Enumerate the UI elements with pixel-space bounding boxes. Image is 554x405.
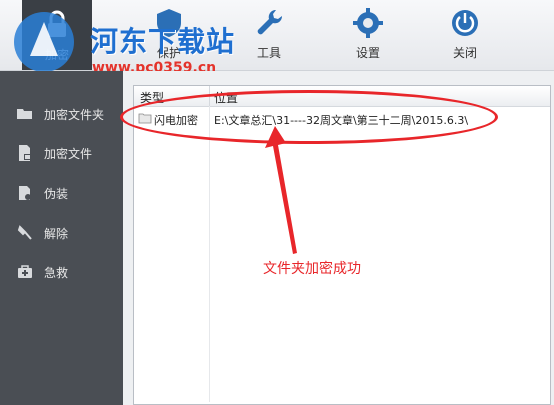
watermark-logo-icon (14, 12, 74, 72)
sidebar: 加密文件夹 加密文件 伪装 解除 急救 (0, 71, 123, 405)
column-divider-line (209, 106, 210, 402)
annotation-arrow-icon (265, 126, 297, 254)
file-lock-icon (19, 145, 31, 161)
first-aid-icon (18, 265, 32, 278)
sidebar-item-label: 急救 (44, 266, 69, 280)
sidebar-item-first-aid[interactable]: 急救 (0, 257, 123, 287)
wrench-icon (257, 9, 283, 35)
toolbar-close-button[interactable]: 关闭 (430, 6, 500, 66)
power-icon (452, 10, 478, 36)
toolbar-settings-button[interactable]: 设置 (333, 6, 403, 66)
gear-icon (353, 8, 383, 38)
mask-icon (19, 186, 31, 200)
unlock-icon (17, 225, 32, 240)
sidebar-item-label: 伪装 (44, 187, 69, 201)
toolbar-close-label: 关闭 (452, 46, 477, 60)
sidebar-item-encrypt-file[interactable]: 加密文件 (0, 138, 123, 168)
sidebar-item-disguise[interactable]: 伪装 (0, 178, 123, 208)
sidebar-item-label: 解除 (44, 227, 69, 241)
annotation-text: 文件夹加密成功 (263, 261, 361, 277)
sidebar-item-encrypt-folder[interactable]: 加密文件夹 (0, 99, 123, 129)
sidebar-item-unlock[interactable]: 解除 (0, 218, 123, 248)
watermark-title: 河东下载站 (90, 25, 236, 58)
toolbar-settings-label: 设置 (355, 46, 380, 60)
folder-open-icon (17, 109, 32, 119)
sidebar-item-label: 加密文件 (44, 147, 93, 161)
sidebar-item-label: 加密文件夹 (44, 108, 105, 122)
watermark: 河东下载站 www.pc0359.cn (8, 6, 248, 78)
